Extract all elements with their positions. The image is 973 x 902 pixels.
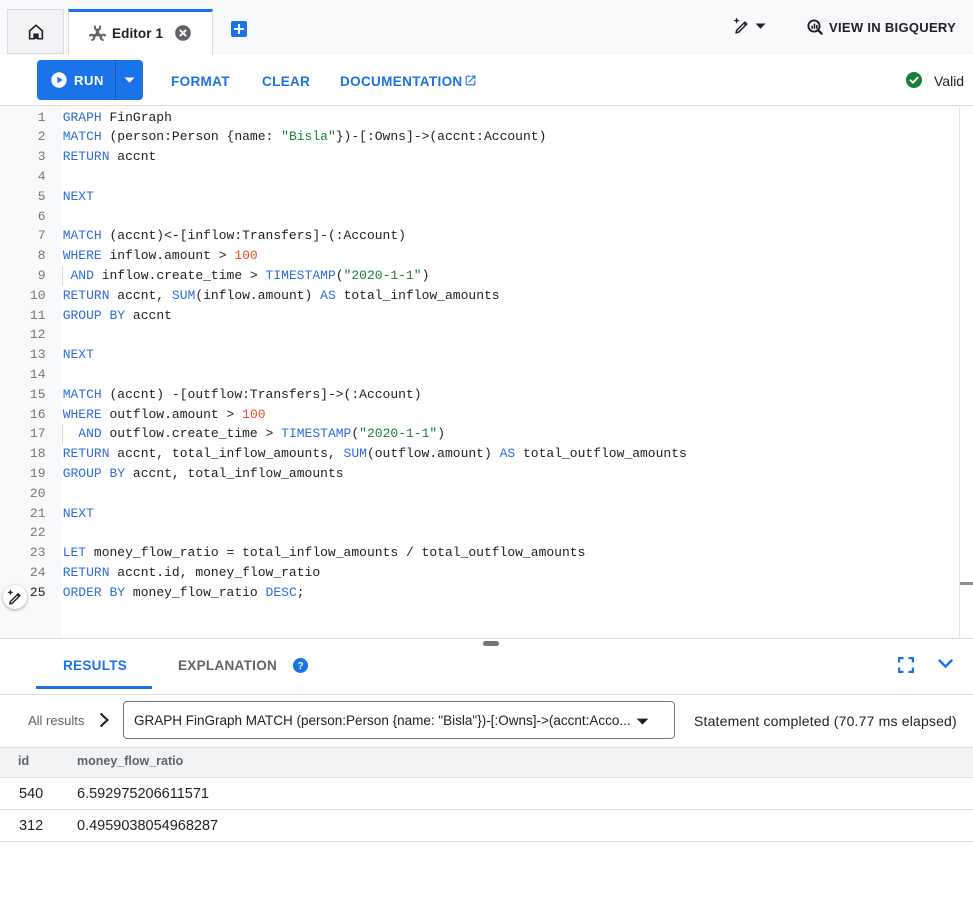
- svg-text:?: ?: [297, 661, 303, 672]
